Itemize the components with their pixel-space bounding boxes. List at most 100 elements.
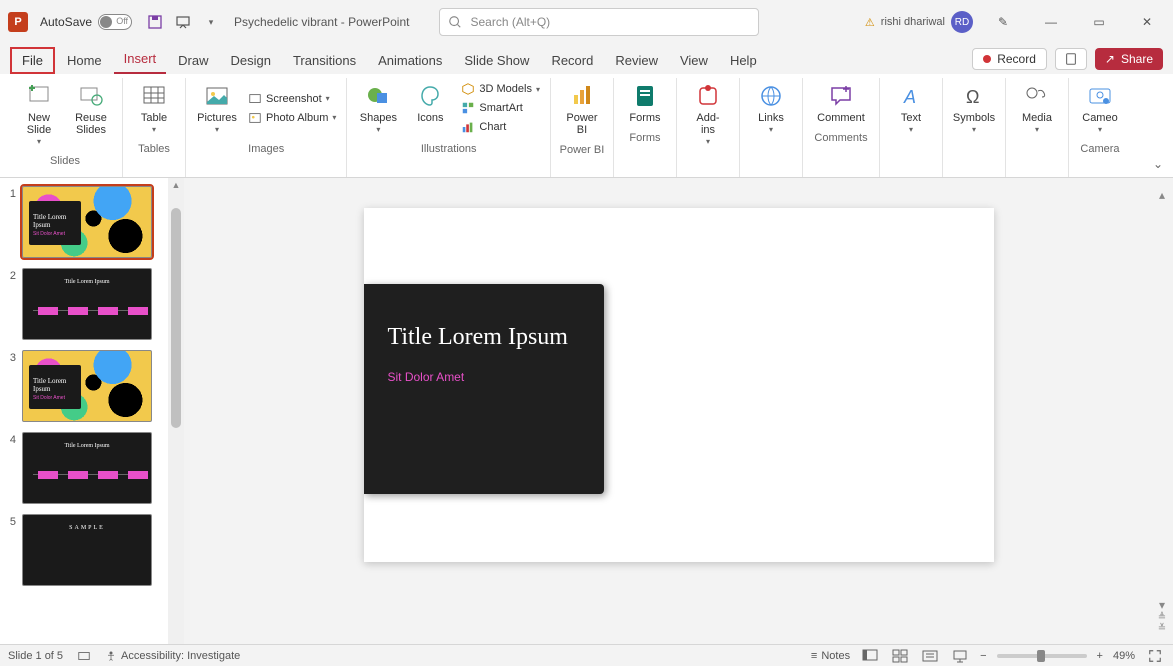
qat-more-icon[interactable]: ▾ — [202, 13, 220, 31]
powerbi-button[interactable]: Power BI — [557, 78, 607, 140]
thumbnail-slide-3[interactable]: Title Lorem Ipsum Sit Dolor Amet — [22, 350, 152, 422]
group-label-tables: Tables — [138, 139, 170, 157]
svg-text:Ω: Ω — [966, 87, 979, 107]
3d-models-button[interactable]: 3D Models▾ — [457, 80, 544, 98]
group-label-slides: Slides — [50, 151, 80, 169]
thumbnail-slide-2[interactable]: Title Lorem Ipsum — [22, 268, 152, 340]
cameo-button[interactable]: Cameo▾ — [1075, 78, 1125, 139]
fit-window-icon[interactable] — [1145, 648, 1165, 664]
group-tables: Table▾ Tables — [123, 78, 186, 177]
screenshot-button[interactable]: Screenshot▾ — [244, 90, 340, 108]
forms-button[interactable]: Forms — [620, 78, 670, 128]
present-icon[interactable] — [174, 13, 192, 31]
tab-review[interactable]: Review — [605, 47, 668, 74]
thumbnail-slide-5[interactable]: SAMPLE — [22, 514, 152, 586]
autosave-toggle[interactable]: AutoSave Off — [40, 14, 132, 30]
reuse-slides-button[interactable]: Reuse Slides — [66, 78, 116, 151]
record-button[interactable]: Record — [972, 48, 1047, 70]
tab-transitions[interactable]: Transitions — [283, 47, 366, 74]
tab-design[interactable]: Design — [221, 47, 281, 74]
autosave-label: AutoSave — [40, 15, 92, 29]
thumbnail-slide-1[interactable]: Title Lorem Ipsum Sit Dolor Amet — [22, 186, 152, 258]
app-icon: P — [8, 12, 28, 32]
media-button[interactable]: Media▾ — [1012, 78, 1062, 139]
share-icon: ↗ — [1105, 52, 1115, 66]
normal-view-icon[interactable] — [860, 648, 880, 664]
slide-editor[interactable]: Title Lorem Ipsum Sit Dolor Amet ▴ ▾ ≜ ≚ — [184, 178, 1173, 644]
addins-button[interactable]: Add- ins▾ — [683, 78, 733, 151]
zoom-level[interactable]: 49% — [1113, 650, 1135, 662]
share-button[interactable]: ↗Share — [1095, 48, 1163, 70]
zoom-slider[interactable] — [997, 654, 1087, 658]
links-button[interactable]: Links▾ — [746, 78, 796, 139]
slide-counter[interactable]: Slide 1 of 5 — [8, 650, 63, 662]
pictures-button[interactable]: Pictures▾ — [192, 78, 242, 139]
table-button[interactable]: Table▾ — [129, 78, 179, 139]
reading-view-icon[interactable] — [920, 648, 940, 664]
tab-view[interactable]: View — [670, 47, 718, 74]
thumb-num: 5 — [4, 514, 16, 586]
group-label-forms: Forms — [629, 128, 660, 146]
user-account[interactable]: ⚠ rishi dhariwal RD — [865, 11, 973, 33]
tab-help[interactable]: Help — [720, 47, 767, 74]
status-bar: Slide 1 of 5 Accessibility: Investigate … — [0, 644, 1173, 666]
svg-text:A: A — [903, 87, 916, 107]
zoom-in-button[interactable]: + — [1097, 650, 1103, 662]
tab-draw[interactable]: Draw — [168, 47, 218, 74]
save-icon[interactable] — [146, 13, 164, 31]
slideshow-view-icon[interactable] — [950, 648, 970, 664]
editor-scrollbar[interactable]: ▴ ▾ ≜ ≚ — [1155, 188, 1169, 634]
photo-album-button[interactable]: Photo Album▾ — [244, 109, 340, 127]
search-input[interactable]: Search (Alt+Q) — [439, 8, 759, 36]
tab-slideshow[interactable]: Slide Show — [454, 47, 539, 74]
prev-slide-icon[interactable]: ≜ — [1158, 612, 1166, 623]
thumbnail-scrollbar[interactable]: ▲ — [168, 178, 184, 644]
current-slide[interactable]: Title Lorem Ipsum Sit Dolor Amet — [364, 208, 994, 562]
icons-button[interactable]: Icons — [405, 78, 455, 139]
group-forms: Forms Forms — [614, 78, 677, 177]
ribbon-collapse-icon[interactable]: ⌄ — [1153, 157, 1163, 171]
text-button[interactable]: AText▾ — [886, 78, 936, 139]
avatar: RD — [951, 11, 973, 33]
next-slide-icon[interactable]: ≚ — [1158, 623, 1166, 634]
tab-file[interactable]: File — [10, 47, 55, 74]
present-share-icon[interactable] — [1055, 48, 1087, 70]
smartart-button[interactable]: SmartArt — [457, 99, 544, 117]
title-bar: P AutoSave Off ▾ Psychedelic vibrant - P… — [0, 0, 1173, 44]
record-dot-icon — [983, 55, 991, 63]
pen-icon[interactable]: ✎ — [985, 8, 1021, 36]
thumbnail-slide-4[interactable]: Title Lorem Ipsum — [22, 432, 152, 504]
notes-icon: ≡ — [811, 650, 817, 662]
group-slides: New Slide▾ Reuse Slides Slides — [8, 78, 123, 177]
title-card[interactable]: Title Lorem Ipsum Sit Dolor Amet — [364, 284, 604, 494]
maximize-button[interactable]: ▭ — [1081, 8, 1117, 36]
slide-title[interactable]: Title Lorem Ipsum — [388, 322, 580, 352]
close-button[interactable]: ✕ — [1129, 8, 1165, 36]
thumb-num: 2 — [4, 268, 16, 340]
scroll-down-icon[interactable]: ▾ — [1159, 598, 1165, 612]
toggle-switch[interactable]: Off — [98, 14, 132, 30]
notes-button[interactable]: ≡Notes — [811, 650, 850, 662]
sorter-view-icon[interactable] — [890, 648, 910, 664]
group-label-comments: Comments — [814, 128, 867, 146]
group-text: AText▾ — [880, 78, 943, 177]
comment-button[interactable]: Comment — [809, 78, 873, 128]
symbols-button[interactable]: ΩSymbols▾ — [949, 78, 999, 139]
group-images: Pictures▾ Screenshot▾ Photo Album▾ Image… — [186, 78, 347, 177]
slide-subtitle[interactable]: Sit Dolor Amet — [388, 370, 580, 384]
tab-insert[interactable]: Insert — [114, 45, 167, 74]
ribbon-tabs: File Home Insert Draw Design Transitions… — [0, 44, 1173, 74]
tab-home[interactable]: Home — [57, 47, 112, 74]
minimize-button[interactable]: ― — [1033, 8, 1069, 36]
zoom-out-button[interactable]: − — [980, 650, 986, 662]
ribbon: New Slide▾ Reuse Slides Slides Table▾ Ta… — [0, 74, 1173, 178]
new-slide-button[interactable]: New Slide▾ — [14, 78, 64, 151]
chart-button[interactable]: Chart — [457, 118, 544, 136]
shapes-button[interactable]: Shapes▾ — [353, 78, 403, 139]
group-links: Links▾ — [740, 78, 803, 177]
tab-animations[interactable]: Animations — [368, 47, 452, 74]
accessibility-status[interactable]: Accessibility: Investigate — [105, 650, 240, 662]
scroll-up-icon[interactable]: ▴ — [1159, 188, 1165, 202]
tab-record[interactable]: Record — [541, 47, 603, 74]
language-icon[interactable] — [77, 649, 91, 663]
